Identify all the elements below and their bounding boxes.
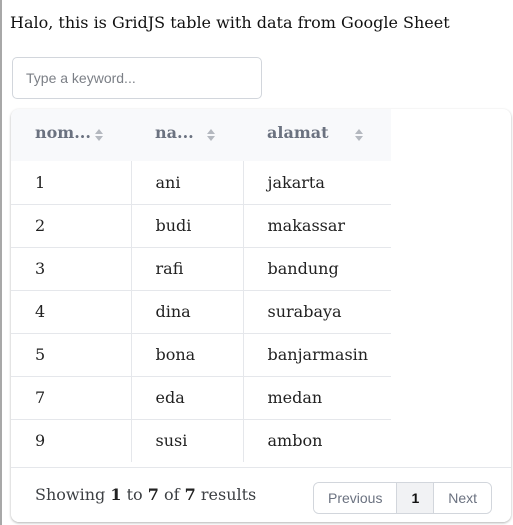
column-header-nomor[interactable]: nom... xyxy=(11,109,131,161)
summary-from: 1 xyxy=(110,485,122,504)
table-cell: 4 xyxy=(11,289,132,333)
column-header-label: alamat xyxy=(267,123,329,142)
summary-text: of xyxy=(163,485,180,504)
column-header-label: nom... xyxy=(35,123,91,142)
sort-icon[interactable] xyxy=(94,128,104,142)
table-row: 7 eda medan xyxy=(11,375,391,419)
table-cell: 7 xyxy=(11,375,132,419)
previous-button[interactable]: Previous xyxy=(314,483,397,513)
table-row: 5 bona banjarmasin xyxy=(11,332,391,376)
table-cell: 9 xyxy=(11,418,132,462)
column-header-label: na... xyxy=(155,123,194,142)
table-row: 3 rafi bandung xyxy=(11,246,391,290)
page-title: Halo, this is GridJS table with data fro… xyxy=(10,13,450,32)
table-cell: jakarta xyxy=(267,172,325,192)
table-cell: eda xyxy=(131,375,244,419)
summary-text: to xyxy=(126,485,143,504)
next-button[interactable]: Next xyxy=(433,483,492,513)
table-cell: rafi xyxy=(131,246,244,290)
table-cell: 1 xyxy=(11,161,132,204)
table-row: 2 budi makassar xyxy=(11,203,391,247)
table-cell: 3 xyxy=(11,246,132,290)
search-input[interactable] xyxy=(12,57,262,99)
data-table: nom... na... alamat 1 ani jakarta 2 budi maka… xyxy=(11,109,391,462)
results-summary: Showing 1 to 7 of 7 results xyxy=(35,485,256,504)
sort-icon[interactable] xyxy=(354,128,364,142)
table-cell: surabaya xyxy=(243,289,391,333)
summary-text: results xyxy=(200,485,257,504)
grid-table-container: nom... na... alamat 1 ani jakarta 2 budi maka… xyxy=(11,109,511,522)
table-cell: banjarmasin xyxy=(243,332,391,376)
page-1-button[interactable]: 1 xyxy=(396,483,434,513)
table-body: 1 ani jakarta 2 budi makassar 3 rafi bandung 4 din… xyxy=(11,161,391,462)
table-cell: dina xyxy=(131,289,244,333)
table-cell: 5 xyxy=(11,332,132,376)
table-cell: susi xyxy=(131,418,244,462)
table-cell: bandung xyxy=(243,246,391,290)
table-cell: ani xyxy=(131,161,244,204)
column-header-alamat[interactable]: alamat xyxy=(243,109,391,161)
table-cell: bona xyxy=(131,332,244,376)
pagination: Previous 1 Next xyxy=(313,482,493,514)
summary-to: 7 xyxy=(147,485,159,504)
table-header-row: nom... na... alamat xyxy=(11,109,391,161)
table-cell: 2 xyxy=(11,203,132,247)
sort-icon[interactable] xyxy=(206,128,216,142)
table-cell: makassar xyxy=(243,203,391,247)
table-row: 9 susi ambon xyxy=(11,418,391,462)
summary-text: Showing xyxy=(35,485,106,504)
table-cell: ambon xyxy=(243,418,391,462)
table-row: 1 ani jakarta xyxy=(11,161,391,204)
table-footer: Showing 1 to 7 of 7 results Previous 1 N… xyxy=(11,467,511,522)
table-cell: budi xyxy=(131,203,244,247)
summary-total: 7 xyxy=(184,485,196,504)
table-cell: medan xyxy=(243,375,391,419)
column-header-nama[interactable]: na... xyxy=(131,109,243,161)
table-row: 4 dina surabaya xyxy=(11,289,391,333)
